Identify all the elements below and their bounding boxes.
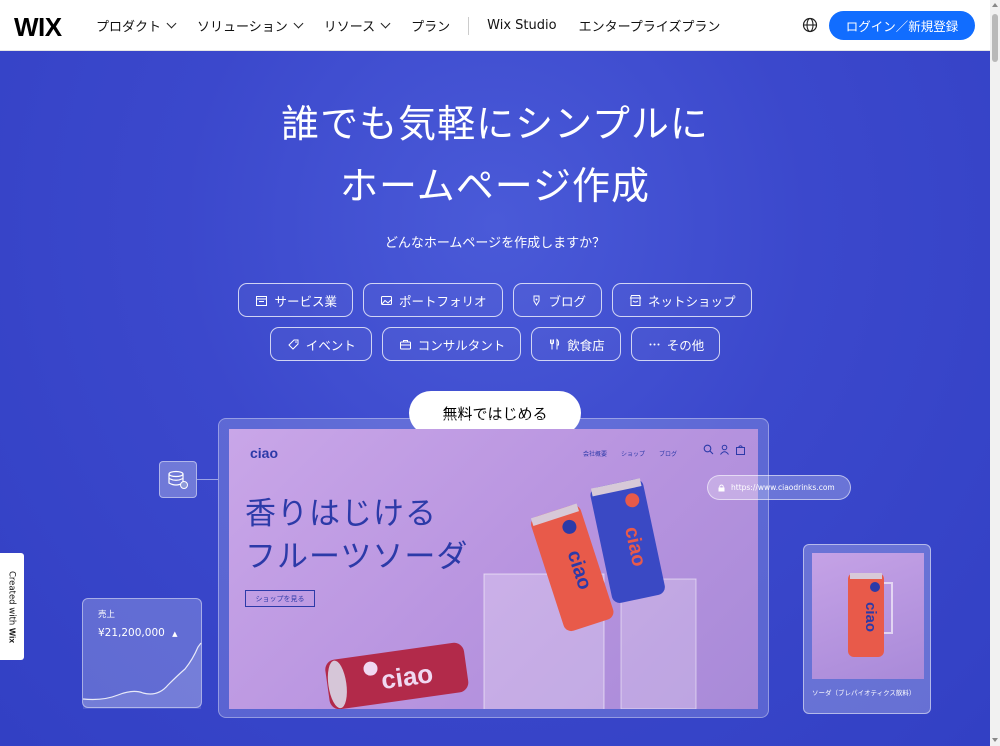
- category-label: サービス業: [274, 293, 337, 309]
- category-label: 飲食店: [567, 337, 605, 353]
- store-icon: [629, 294, 642, 306]
- chevron-down-icon: [166, 18, 177, 29]
- user-icon: [720, 444, 729, 455]
- nav-divider: [468, 16, 470, 35]
- page-scrollbar[interactable]: [990, 0, 1000, 746]
- category-shop-button[interactable]: ネットショップ: [612, 283, 752, 317]
- category-label: その他: [666, 337, 705, 353]
- nav-item-wix-studio[interactable]: Wix Studio: [487, 18, 556, 33]
- nav-item-plans[interactable]: プラン: [411, 16, 450, 35]
- database-card: [159, 461, 197, 498]
- nav-item-label: ソリューション: [197, 20, 288, 35]
- search-icon: [703, 444, 714, 455]
- chevron-down-icon: [293, 18, 304, 29]
- nav-item-label: リソース: [323, 20, 376, 35]
- url-text: https://www.ciaodrinks.com: [731, 483, 835, 492]
- category-restaurant-button[interactable]: 飲食店: [531, 327, 621, 361]
- website-preview: ciao ciao ciao ciao 会社概要 ショップ ブログ 香りはじける…: [229, 429, 758, 709]
- category-event-button[interactable]: イベント: [269, 327, 372, 361]
- nav-item-enterprise[interactable]: エンタープライズプラン: [579, 16, 721, 35]
- product-label: ソーダ（ブレパイオティクス飲料）: [812, 689, 916, 697]
- globe-icon[interactable]: [802, 17, 818, 33]
- cart-icon: [736, 445, 745, 455]
- scroll-up-arrow-icon[interactable]: [992, 3, 998, 7]
- category-label: コンサルタント: [417, 337, 506, 353]
- site-logo: ciao: [250, 445, 279, 461]
- more-icon: [649, 343, 660, 345]
- can-label: ciao: [862, 602, 879, 632]
- product-image: ciao: [812, 553, 924, 679]
- ticket-icon: [288, 339, 299, 350]
- nav-item-resources[interactable]: リソース: [323, 16, 391, 35]
- sales-card: 売上 ¥21,200,000 ▲: [82, 598, 202, 709]
- category-label: イベント: [305, 337, 356, 353]
- nav-item-products[interactable]: プロダクト: [96, 16, 177, 35]
- site-nav-blog: ブログ: [659, 451, 678, 458]
- category-label: ポートフォリオ: [398, 293, 487, 309]
- site-headline-line2: フルーツソーダ: [245, 539, 469, 575]
- main-nav: プロダクト ソリューション リソース プラン Wix Studio エンタープラ…: [96, 0, 742, 51]
- category-label: ネットショップ: [648, 293, 736, 309]
- sales-label: 売上: [98, 610, 116, 620]
- pen-icon: [533, 295, 539, 306]
- created-with-brand: Wix: [7, 628, 18, 644]
- site-nav-shop: ショップ: [621, 451, 646, 458]
- nav-item-solutions[interactable]: ソリューション: [197, 16, 304, 35]
- hero-title-line2: ホームページ作成: [339, 164, 651, 208]
- top-navigation-bar: WIX プロダクト ソリューション リソース プラン Wix Studio エン…: [0, 0, 990, 51]
- nav-item-label: プロダクト: [96, 20, 162, 35]
- nav-item-label: プラン: [411, 20, 451, 35]
- category-row-2: イベント コンサルタント 飲食店 その他: [0, 327, 990, 361]
- created-with-prefix: Created with: [6, 570, 17, 626]
- category-consultant-button[interactable]: コンサルタント: [381, 327, 522, 361]
- sales-value: ¥21,200,000 ▲: [98, 627, 178, 639]
- cutlery-icon: [550, 337, 560, 349]
- category-service-button[interactable]: サービス業: [238, 283, 353, 317]
- category-row-1: サービス業 ポートフォリオ ブログ ネットショップ: [0, 283, 990, 317]
- trend-up-icon: ▲: [172, 630, 178, 638]
- nav-item-label: Wix Studio: [487, 18, 557, 33]
- category-blog-button[interactable]: ブログ: [512, 283, 603, 317]
- login-signup-button[interactable]: ログイン／新規登録: [829, 11, 975, 40]
- hero-title-line1: 誰でも気軽にシンプルに: [281, 102, 709, 146]
- site-headline-line1: 香りはじける: [245, 496, 437, 532]
- hero-subtitle: どんなホームページを作成しますか？: [384, 236, 606, 251]
- url-badge: https://www.ciaodrinks.com: [707, 475, 851, 500]
- sales-sparkline: [83, 642, 202, 709]
- calendar-icon: [256, 295, 268, 306]
- sales-amount: ¥21,200,000: [98, 627, 165, 639]
- category-portfolio-button[interactable]: ポートフォリオ: [362, 283, 503, 317]
- lock-icon: [718, 484, 725, 491]
- briefcase-icon: [399, 339, 411, 349]
- hero-title: 誰でも気軽にシンプルに ホームページ作成: [0, 93, 990, 217]
- category-other-button[interactable]: その他: [630, 327, 721, 361]
- scrollbar-thumb[interactable]: [992, 14, 998, 62]
- product-card: ciao ソーダ（ブレパイオティクス飲料）: [803, 544, 931, 714]
- chevron-down-icon: [380, 18, 391, 29]
- created-with-wix-badge[interactable]: Created with Wix: [0, 553, 24, 660]
- site-nav-about: 会社概要: [583, 451, 608, 458]
- nav-item-label: エンタープライズプラン: [578, 20, 721, 35]
- site-shop-button: ショップを見る: [245, 590, 315, 607]
- created-with-text: Created with Wix: [7, 571, 18, 643]
- wix-logo[interactable]: WIX: [14, 12, 62, 43]
- category-label: ブログ: [548, 293, 587, 309]
- database-icon: [168, 470, 188, 489]
- site-headline: 香りはじける フルーツソーダ: [245, 493, 468, 579]
- image-icon: [380, 295, 392, 305]
- site-header-icons: [703, 444, 746, 455]
- connector-line: [197, 479, 218, 480]
- site-nav: 会社概要 ショップ ブログ: [583, 449, 677, 458]
- scroll-down-arrow-icon[interactable]: [992, 738, 998, 742]
